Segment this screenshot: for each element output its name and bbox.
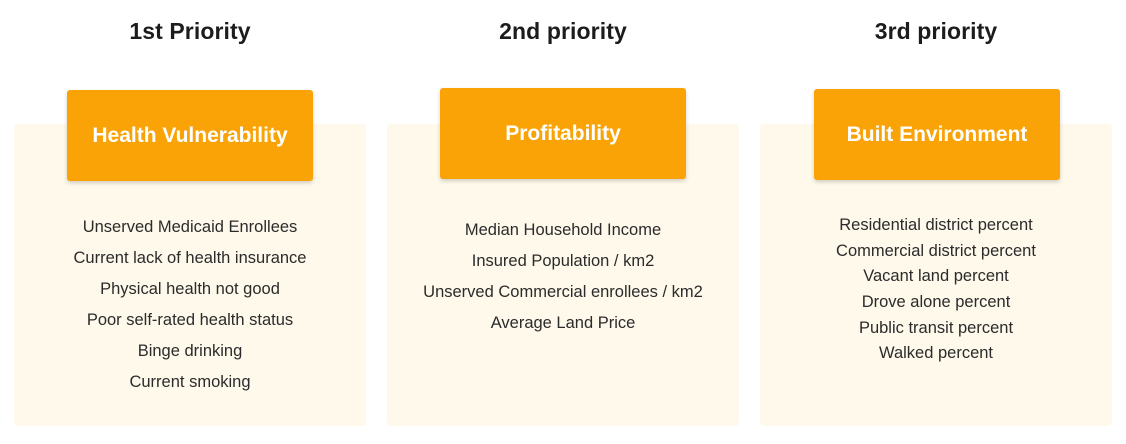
indicator-item: Insured Population / km2 — [471, 252, 655, 270]
indicator-item: Physical health not good — [100, 280, 280, 298]
category-label-profitability: Profitability — [440, 88, 686, 179]
indicator-item: Residential district percent — [839, 216, 1033, 234]
priority-title-3: 3rd priority — [874, 18, 998, 44]
indicator-item: Unserved Medicaid Enrollees — [82, 218, 298, 236]
indicator-item: Walked percent — [878, 344, 994, 363]
indicator-item: Drove alone percent — [861, 293, 1011, 312]
indicator-item: Commercial district percent — [836, 241, 1036, 260]
indicator-list-1: Unserved Medicaid Enrollees Current lack… — [14, 216, 366, 402]
indicator-list-3: Residential district percent Commercial … — [760, 214, 1112, 368]
category-label-health-vulnerability: Health Vulnerability — [67, 90, 313, 181]
indicator-item: Poor self-rated health status — [86, 311, 294, 329]
indicator-item: Binge drinking — [137, 342, 243, 360]
priority-column-1: 1st Priority Health Vulnerability Unserv… — [14, 0, 366, 444]
priority-title-1: 1st Priority — [129, 18, 251, 44]
indicator-item: Median Household Income — [464, 221, 662, 239]
indicator-item: Unserved Commercial enrollees / km2 — [423, 283, 703, 301]
indicator-item: Public transit percent — [858, 318, 1014, 337]
indicator-item: Current lack of health insurance — [73, 249, 307, 267]
indicator-item: Vacant land percent — [863, 267, 1009, 286]
indicator-list-2: Median Household Income Insured Populati… — [387, 219, 739, 343]
indicator-item: Current smoking — [129, 373, 251, 391]
priority-column-2: 2nd priority Profitability Median Househ… — [387, 0, 739, 444]
category-label-built-environment: Built Environment — [814, 89, 1060, 180]
priority-title-2: 2nd priority — [499, 18, 627, 44]
priority-column-3: 3rd priority Built Environment Residenti… — [760, 0, 1112, 444]
indicator-item: Average Land Price — [490, 314, 636, 332]
